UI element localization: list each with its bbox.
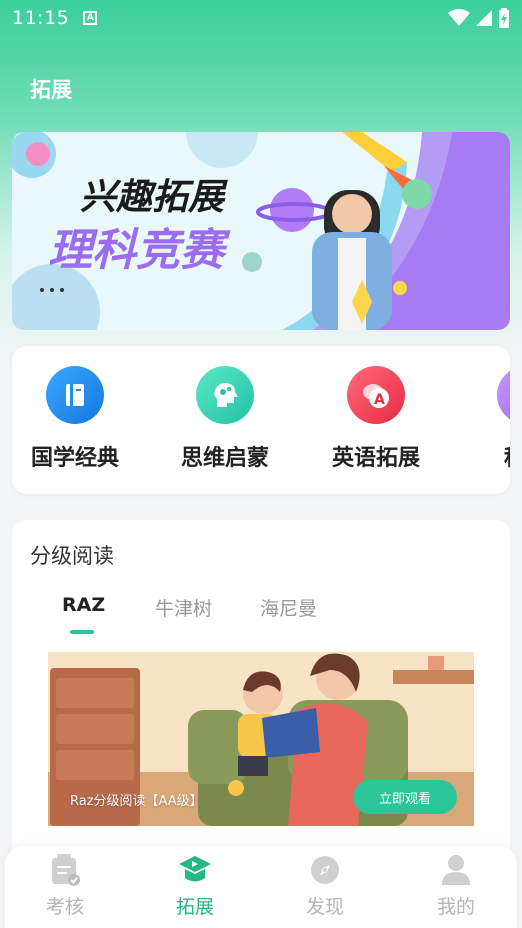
graded-reading-card: 分级阅读 RAZ 牛津树 海尼曼 Raz分级阅读【AA级】 立即观看: [12, 520, 510, 860]
book-icon: [46, 366, 104, 424]
reading-thumbnail[interactable]: Raz分级阅读【AA级】 立即观看: [48, 652, 474, 826]
user-icon: [442, 855, 470, 885]
signal-icon: [476, 10, 492, 26]
category-label: 思维启蒙: [180, 446, 269, 471]
status-icons: [448, 8, 510, 28]
science-icon: [497, 366, 510, 424]
nav-label: 考核: [45, 896, 84, 918]
graduation-play-icon: [179, 856, 211, 882]
tab-oxford-tree[interactable]: 牛津树: [155, 594, 212, 621]
clipboard-icon: [52, 854, 80, 886]
page-title: 拓展: [30, 78, 72, 102]
category-siwei[interactable]: 思维启蒙: [160, 346, 290, 494]
nav-item-assessment[interactable]: 考核: [5, 854, 125, 924]
status-time: 11:15: [12, 7, 70, 29]
section-title: 分级阅读: [30, 544, 114, 568]
category-label: 英语拓展: [331, 446, 420, 471]
category-guoxue[interactable]: 国学经典: [12, 346, 140, 494]
status-bar: 11:15 A: [0, 0, 522, 36]
category-science[interactable]: 科学: [461, 346, 510, 494]
tab-indicator: [70, 630, 94, 634]
category-label: 国学经典: [30, 446, 119, 471]
tab-raz[interactable]: RAZ: [62, 594, 105, 616]
notification-a-icon: A: [83, 11, 98, 25]
bottom-nav: 考核 拓展 发现 我的: [5, 846, 517, 928]
brain-icon: [196, 366, 254, 424]
nav-label: 发现: [305, 896, 344, 918]
nav-item-discover[interactable]: 发现: [265, 854, 385, 924]
battery-icon: [499, 8, 509, 28]
watch-now-button[interactable]: 立即观看: [353, 780, 457, 814]
banner-subheadline: 理科竞赛: [48, 225, 224, 276]
compass-icon: [311, 856, 339, 884]
banner-headline: 兴趣拓展: [80, 177, 225, 218]
nav-label: 我的: [436, 896, 475, 918]
category-card: 国学经典 思维启蒙 A 英语拓展 科学: [12, 346, 510, 494]
reading-caption: Raz分级阅读【AA级】: [70, 794, 203, 809]
nav-item-mine[interactable]: 我的: [396, 854, 516, 924]
nav-item-expand[interactable]: 拓展: [135, 854, 255, 924]
svg-text:A: A: [374, 392, 385, 408]
speech-a-icon: A: [347, 366, 405, 424]
category-label: 科学: [504, 440, 510, 472]
category-english[interactable]: A 英语拓展: [311, 346, 441, 494]
wifi-icon: [448, 9, 470, 26]
tab-heinemann[interactable]: 海尼曼: [260, 594, 317, 621]
nav-label: 拓展: [175, 896, 214, 918]
